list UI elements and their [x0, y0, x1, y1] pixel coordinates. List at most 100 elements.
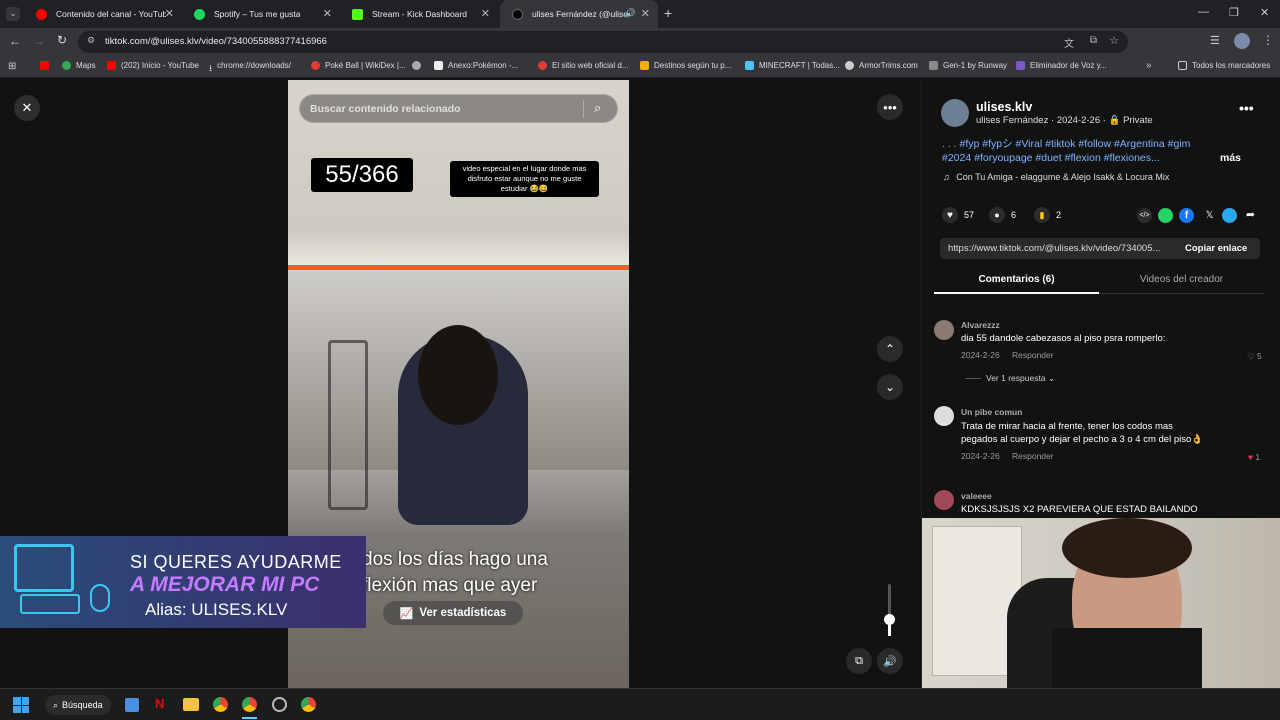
- volume-slider[interactable]: [884, 584, 895, 636]
- apps-icon[interactable]: ⊞: [8, 61, 16, 72]
- embed-icon[interactable]: </>: [1137, 208, 1152, 223]
- comment-stat[interactable]: ● 6: [989, 207, 1016, 223]
- github-icon: [412, 61, 421, 70]
- more-options-button[interactable]: •••: [877, 94, 903, 120]
- comment-author[interactable]: valeeee: [961, 491, 992, 501]
- profile-avatar[interactable]: [1234, 33, 1250, 49]
- comment-like[interactable]: ♡ 5: [1247, 351, 1262, 362]
- bookmark-voice-remover[interactable]: Eliminador de Voz y...: [1016, 61, 1107, 70]
- reply-button[interactable]: Responder: [1012, 451, 1054, 461]
- bookmark-pokemon[interactable]: El sitio web oficial d...: [538, 61, 628, 70]
- music-row[interactable]: ♫ Con Tu Amiga - elaggume & Alejo Isakk …: [943, 172, 1169, 182]
- restore-button[interactable]: ❐: [1229, 6, 1239, 19]
- video-subtitle: dos los días hago una flexión mas que ay…: [362, 547, 548, 599]
- site-info-icon[interactable]: ⚙: [87, 35, 95, 46]
- speaker-icon[interactable]: 🔊: [625, 8, 636, 19]
- volume-handle[interactable]: [884, 614, 895, 625]
- tab-kick[interactable]: Stream - Kick Dashboard ✕: [340, 0, 498, 28]
- chair-shape: [328, 340, 368, 510]
- close-icon[interactable]: ✕: [641, 7, 650, 20]
- address-bar[interactable]: ⚙ tiktok.com/@ulises.klv/video/734005588…: [78, 31, 1128, 53]
- translate-icon[interactable]: 文: [1064, 35, 1074, 50]
- bookmark-youtube[interactable]: [40, 61, 54, 70]
- bookmark-wikipedia[interactable]: Anexo:Pokémon -...: [434, 61, 518, 70]
- chrome-icon[interactable]: [242, 697, 257, 712]
- bookmark-maps[interactable]: Maps: [62, 61, 96, 70]
- back-button[interactable]: ←: [9, 34, 21, 48]
- copy-link-button[interactable]: Copiar enlace: [1185, 243, 1247, 254]
- desktop-app-icon[interactable]: [125, 698, 139, 712]
- comment-author[interactable]: Alvarezzz: [961, 320, 1000, 330]
- bookmark-destinos[interactable]: Destinos según tu p...: [640, 61, 731, 70]
- minimize-button[interactable]: —: [1198, 6, 1209, 18]
- next-video-button[interactable]: ⌄: [877, 374, 903, 400]
- tab-search-button[interactable]: ⌄: [6, 7, 20, 21]
- telegram-icon[interactable]: [1222, 208, 1237, 223]
- save-stat[interactable]: ▮ 2: [1034, 207, 1061, 223]
- comment-like[interactable]: ♥ 1: [1248, 452, 1260, 462]
- pip-button[interactable]: ⧉: [846, 648, 872, 674]
- all-bookmarks-folder[interactable]: Todos los marcadores: [1178, 61, 1270, 70]
- tab-comments[interactable]: Comentarios (6): [934, 274, 1099, 294]
- avatar[interactable]: [934, 320, 954, 340]
- comment-author[interactable]: Un pibe comun: [961, 407, 1022, 417]
- tab-youtube[interactable]: Contenido del canal - YouTube ✕: [24, 0, 182, 28]
- close-icon[interactable]: ✕: [165, 7, 174, 20]
- comment-date: 2024-2-26: [961, 451, 1000, 461]
- view-stats-button[interactable]: 📈 Ver estadísticas: [383, 601, 523, 625]
- search-icon[interactable]: ⌕: [594, 100, 601, 116]
- taskbar-search[interactable]: ⌕ Búsqueda: [45, 695, 111, 715]
- install-icon[interactable]: ⧉: [1090, 35, 1097, 46]
- tab-creator-videos[interactable]: Videos del creador: [1099, 274, 1264, 294]
- divider: [583, 100, 584, 118]
- file-explorer-icon[interactable]: [183, 698, 199, 711]
- tab-spotify[interactable]: Spotify – Tus me gusta ✕: [182, 0, 340, 28]
- keyboard-icon: [20, 594, 80, 614]
- bookmarks-bar: ⊞ Maps (202) Inicio - YouTube ⭳ chrome://…: [0, 56, 1280, 78]
- avatar[interactable]: [934, 490, 954, 510]
- post-menu-button[interactable]: •••: [1239, 100, 1254, 116]
- whatsapp-icon[interactable]: [1158, 208, 1173, 223]
- x-icon[interactable]: 𝕏: [1202, 208, 1217, 223]
- bookmark-label: MINECRAFT | Todas...: [759, 61, 840, 70]
- previous-video-button[interactable]: ⌃: [877, 336, 903, 362]
- view-replies-button[interactable]: Ver 1 respuesta ⌄: [986, 373, 1055, 384]
- bookmark-github[interactable]: [412, 61, 426, 70]
- bookmark-icon: ▮: [1034, 207, 1050, 223]
- bookmark-youtube-home[interactable]: (202) Inicio - YouTube: [107, 61, 199, 70]
- video-link[interactable]: https://www.tiktok.com/@ulises.klv/video…: [948, 243, 1160, 254]
- chrome-icon[interactable]: [301, 697, 316, 712]
- app-icon[interactable]: [272, 697, 287, 712]
- facebook-icon[interactable]: f: [1179, 208, 1194, 223]
- close-window-button[interactable]: ✕: [1260, 6, 1269, 19]
- avatar[interactable]: [934, 406, 954, 426]
- close-icon[interactable]: ✕: [481, 7, 490, 20]
- avatar[interactable]: [941, 99, 969, 127]
- reply-button[interactable]: Responder: [1012, 350, 1054, 360]
- share-icon[interactable]: ➦: [1243, 208, 1258, 223]
- maps-icon: [62, 61, 71, 70]
- bookmark-runway[interactable]: Gen-1 by Runway: [929, 61, 1007, 70]
- username[interactable]: ulises.klv: [976, 100, 1032, 114]
- bookmark-downloads[interactable]: ⭳ chrome://downloads/: [209, 61, 291, 73]
- reload-button[interactable]: ↻: [57, 33, 67, 47]
- menu-icon[interactable]: ⋮: [1262, 33, 1274, 47]
- netflix-icon[interactable]: N: [155, 696, 164, 711]
- chrome-icon[interactable]: [213, 697, 228, 712]
- bookmark-armortrims[interactable]: ArmorTrims.com: [845, 61, 918, 70]
- related-search-input[interactable]: Buscar contenido relacionado ⌕: [299, 94, 618, 123]
- new-tab-button[interactable]: +: [664, 5, 672, 21]
- forward-button[interactable]: →: [33, 34, 45, 48]
- more-button[interactable]: más: [1220, 152, 1241, 164]
- like-stat[interactable]: ♥ 57: [942, 207, 974, 223]
- more-bookmarks-icon[interactable]: »: [1146, 60, 1152, 71]
- tab-tiktok[interactable]: ulises Fernández (@ulises.kl 🔊 ✕: [500, 0, 658, 28]
- reading-list-icon[interactable]: ☰: [1210, 34, 1220, 47]
- volume-button[interactable]: 🔊: [877, 648, 903, 674]
- close-icon[interactable]: ✕: [323, 7, 332, 20]
- close-video-button[interactable]: ✕: [14, 95, 40, 121]
- bookmark-star-icon[interactable]: ☆: [1109, 34, 1119, 47]
- start-button[interactable]: [13, 697, 29, 713]
- bookmark-wikidex[interactable]: Poké Ball | WikiDex |...: [311, 61, 406, 70]
- bookmark-minecraft[interactable]: MINECRAFT | Todas...: [745, 61, 840, 70]
